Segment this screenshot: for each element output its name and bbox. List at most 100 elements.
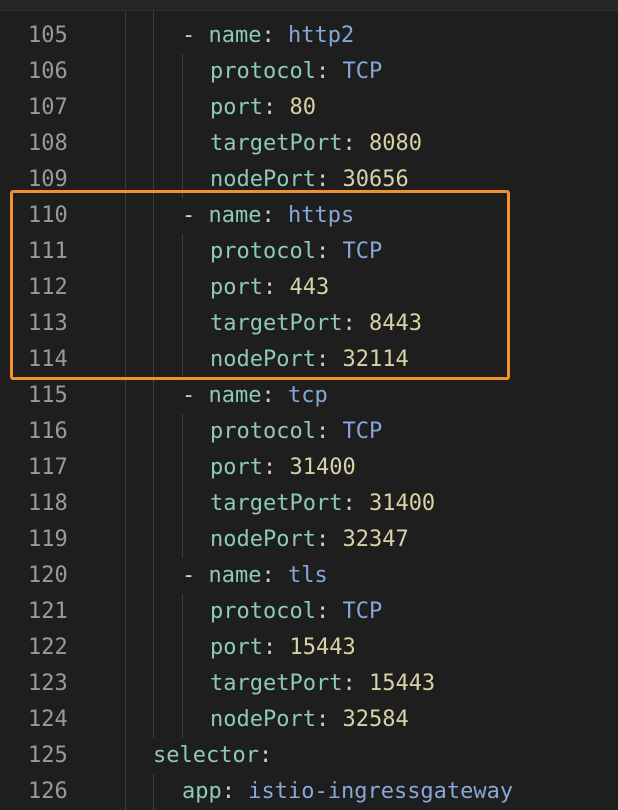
yaml-key: targetPort (210, 491, 343, 516)
code-content: - name: tls (182, 558, 328, 594)
yaml-key: port (210, 635, 263, 660)
yaml-colon: : (262, 635, 290, 660)
highlight-box (10, 190, 510, 380)
code-line[interactable]: 117 port: 31400 (0, 450, 618, 486)
yaml-value: 32347 (342, 527, 409, 552)
yaml-colon: : (262, 455, 290, 480)
yaml-key: targetPort (210, 671, 343, 696)
yaml-colon: : (261, 383, 288, 408)
yaml-colon: : (261, 563, 288, 588)
line-number: 119 (28, 527, 68, 552)
line-number: 124 (28, 707, 68, 732)
yaml-colon: : (315, 599, 343, 624)
code-content: port: 15443 (210, 630, 356, 666)
line-number: 118 (28, 491, 68, 516)
code-content: targetPort: 31400 (210, 486, 435, 522)
yaml-colon: : (315, 527, 343, 552)
code-line[interactable]: 115 - name: tcp (0, 378, 618, 414)
code-line[interactable]: 118 targetPort: 31400 (0, 486, 618, 522)
yaml-colon: : (342, 131, 369, 156)
yaml-colon: : (262, 95, 290, 120)
code-content: protocol: TCP (210, 594, 382, 630)
yaml-key: nodePort (210, 527, 316, 552)
code-editor[interactable]: 105 - name: http2 106 protocol: TCP 107 port:… (0, 0, 618, 810)
code-content: port: 31400 (210, 450, 356, 486)
yaml-value: TCP (342, 59, 383, 84)
code-line[interactable]: 125 selector: (0, 738, 618, 774)
code-line[interactable]: 121 protocol: TCP (0, 594, 618, 630)
code-content: - name: http2 (182, 18, 354, 54)
yaml-key: protocol (210, 419, 316, 444)
yaml-key: name (208, 23, 262, 48)
yaml-colon: : (315, 59, 343, 84)
yaml-colon: : (342, 491, 369, 516)
yaml-key: selector (153, 743, 259, 768)
code-content: targetPort: 15443 (210, 666, 435, 702)
yaml-value: TCP (342, 419, 383, 444)
yaml-value: 32584 (342, 707, 409, 732)
code-content: - name: tcp (182, 378, 328, 414)
code-line[interactable]: 122 port: 15443 (0, 630, 618, 666)
yaml-value: 30656 (342, 167, 409, 192)
yaml-key: name (208, 383, 262, 408)
code-content: protocol: TCP (210, 54, 382, 90)
code-line[interactable]: 120 - name: tls (0, 558, 618, 594)
code-line[interactable]: 126 app: istio-ingressgateway (0, 774, 618, 810)
yaml-key: nodePort (210, 707, 316, 732)
line-number: 116 (28, 419, 68, 444)
yaml-value: tcp (287, 383, 328, 408)
yaml-key: name (208, 563, 262, 588)
line-number: 121 (28, 599, 68, 624)
yaml-value: 15443 (289, 635, 356, 660)
yaml-value: TCP (342, 599, 383, 624)
code-content: nodePort: 32584 (210, 702, 409, 738)
code-line[interactable]: 124 nodePort: 32584 (0, 702, 618, 738)
yaml-key: protocol (210, 599, 316, 624)
line-number: 126 (28, 779, 68, 804)
code-content: selector: (153, 738, 272, 774)
yaml-value: 80 (289, 95, 316, 120)
code-content: nodePort: 32347 (210, 522, 409, 558)
code-line[interactable]: 106 protocol: TCP (0, 54, 618, 90)
yaml-colon: : (261, 23, 288, 48)
yaml-value: 8080 (368, 131, 422, 156)
code-line[interactable]: 105 - name: http2 (0, 18, 618, 54)
yaml-value: tls (287, 563, 328, 588)
yaml-key: targetPort (210, 131, 343, 156)
yaml-colon: : (221, 779, 249, 804)
yaml-key: port (210, 95, 263, 120)
yaml-colon: : (315, 167, 343, 192)
code-content: targetPort: 8080 (210, 126, 422, 162)
line-number: 122 (28, 635, 68, 660)
yaml-value: 15443 (368, 671, 436, 696)
yaml-value: istio-ingressgateway (248, 779, 514, 804)
list-dash: - (182, 383, 209, 408)
yaml-key: app (182, 779, 222, 804)
line-number: 117 (28, 455, 68, 480)
yaml-colon: : (342, 671, 369, 696)
line-number: 105 (28, 23, 68, 48)
line-number: 108 (28, 131, 68, 156)
line-number: 115 (28, 383, 68, 408)
code-content: port: 80 (210, 90, 316, 126)
code-content: protocol: TCP (210, 414, 382, 450)
line-number: 125 (28, 743, 68, 768)
line-number: 120 (28, 563, 68, 588)
list-dash: - (182, 23, 209, 48)
code-line[interactable]: 108 targetPort: 8080 (0, 126, 618, 162)
yaml-colon: : (258, 743, 273, 768)
editor-top-bar (0, 0, 618, 11)
line-number: 107 (28, 95, 68, 120)
yaml-colon: : (315, 707, 343, 732)
line-number: 106 (28, 59, 68, 84)
yaml-key: port (210, 455, 263, 480)
line-number: 123 (28, 671, 68, 696)
code-line[interactable]: 116 protocol: TCP (0, 414, 618, 450)
code-line[interactable]: 123 targetPort: 15443 (0, 666, 618, 702)
code-line[interactable]: 119 nodePort: 32347 (0, 522, 618, 558)
code-line[interactable]: 107 port: 80 (0, 90, 618, 126)
yaml-colon: : (315, 419, 343, 444)
yaml-key: protocol (210, 59, 316, 84)
yaml-value: 31400 (368, 491, 436, 516)
yaml-value: http2 (287, 23, 355, 48)
